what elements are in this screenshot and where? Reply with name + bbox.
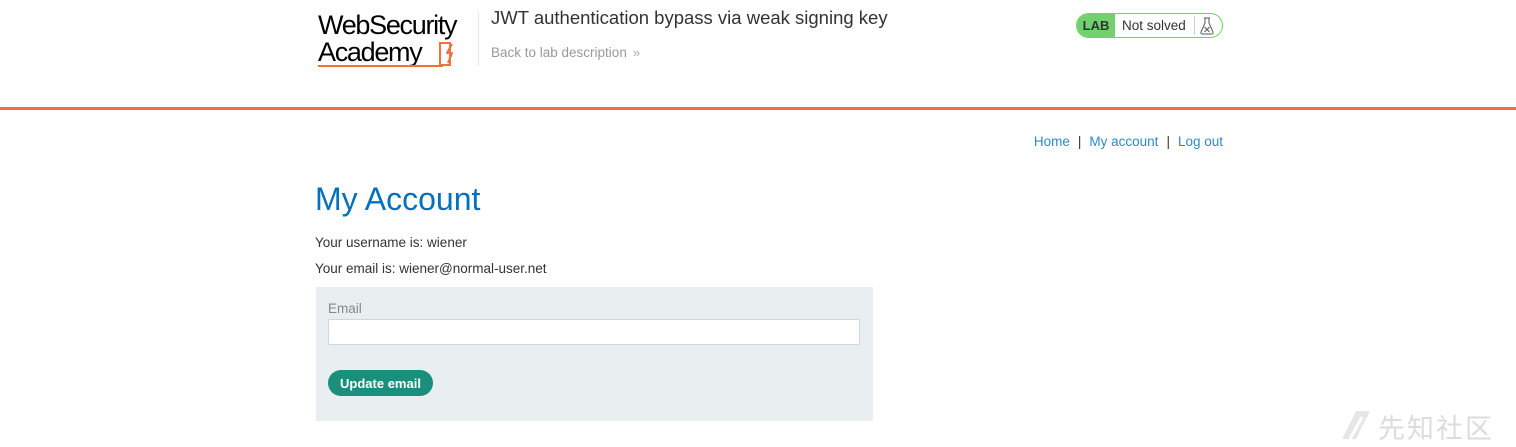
lab-badge: LAB [1077,14,1115,37]
websecurity-academy-logo[interactable]: WebSecurity Academy [318,10,476,70]
page: WebSecurity Academy JWT authentication b… [0,0,1516,447]
nav-my-account-link[interactable]: My account [1089,134,1158,149]
change-email-form: Email Update email [316,287,873,421]
watermark-logo-icon [1342,411,1370,440]
email-input[interactable] [328,319,860,345]
nav-home-link[interactable]: Home [1034,134,1070,149]
username-text: Your username is: wiener [315,235,467,250]
lab-status-text: Not solved [1122,18,1186,33]
nav-log-out-link[interactable]: Log out [1178,134,1223,149]
double-chevron-right-icon: » [632,45,641,60]
nav-separator: | [1166,134,1170,149]
back-to-lab-description-link[interactable]: Back to lab description » [491,45,640,60]
logo-line1: WebSecurity [318,10,458,40]
email-label: Email [328,301,362,316]
nav-separator: | [1077,134,1082,149]
watermark-text: 先知社区 [1378,414,1494,445]
flask-icon [1200,17,1214,35]
email-text: Your email is: wiener@normal-user.net [315,261,547,276]
logo-underline [318,65,443,67]
lab-header: WebSecurity Academy JWT authentication b… [0,0,1516,108]
lab-title: JWT authentication bypass via weak signi… [491,7,888,28]
lightning-icon [439,42,453,66]
watermark: 先知社区 [1340,405,1510,445]
top-nav: Home | My account | Log out [1034,134,1223,149]
lab-status-widget[interactable]: LAB Not solved [1076,13,1223,38]
page-title: My Account [315,181,481,217]
logo-line2: Academy [318,37,423,67]
header-orange-rule [0,107,1516,110]
update-email-button[interactable]: Update email [328,370,433,396]
header-divider [478,12,479,66]
back-link-label: Back to lab description [491,45,627,60]
lab-status-divider [1194,16,1195,35]
